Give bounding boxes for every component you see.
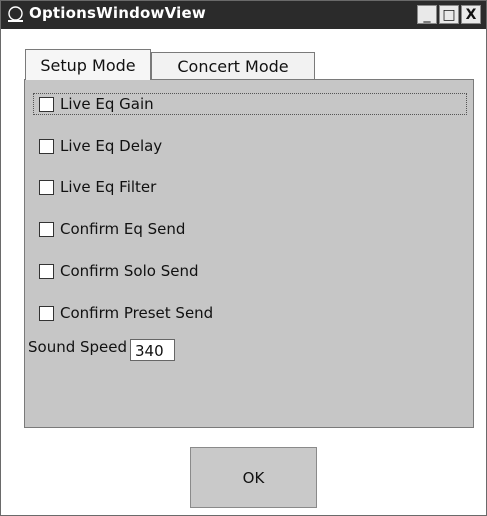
- option-confirm-preset-send[interactable]: Confirm Preset Send: [39, 303, 213, 323]
- option-label: Live Eq Gain: [60, 95, 154, 113]
- option-label: Live Eq Filter: [60, 178, 157, 196]
- sound-speed-label: Sound Speed: [28, 338, 128, 356]
- minimize-icon: _: [423, 6, 431, 23]
- checkbox-confirm-solo-send[interactable]: [39, 263, 54, 279]
- window-controls: _ □ X: [417, 5, 481, 25]
- option-label: Confirm Solo Send: [60, 262, 199, 280]
- options-window: OptionsWindowView _ □ X Setup Mode Conce…: [0, 0, 487, 516]
- ok-button[interactable]: OK: [190, 447, 317, 508]
- button-bar: OK: [1, 447, 486, 515]
- option-live-eq-gain[interactable]: Live Eq Gain: [39, 94, 154, 114]
- tab-control: Setup Mode Concert Mode Live Eq Gain Liv…: [1, 29, 486, 447]
- checkbox-confirm-preset-send[interactable]: [39, 305, 54, 321]
- option-live-eq-filter[interactable]: Live Eq Filter: [39, 177, 156, 197]
- checkbox-live-eq-filter[interactable]: [39, 179, 54, 195]
- tab-label: Setup Mode: [40, 55, 136, 75]
- option-label: Confirm Eq Send: [60, 220, 186, 238]
- maximize-icon: □: [442, 6, 456, 23]
- tab-label: Concert Mode: [177, 57, 289, 76]
- option-confirm-eq-send[interactable]: Confirm Eq Send: [39, 219, 185, 239]
- window-title: OptionsWindowView: [29, 4, 206, 22]
- checkbox-live-eq-delay[interactable]: [39, 138, 54, 154]
- option-live-eq-delay[interactable]: Live Eq Delay: [39, 136, 162, 156]
- close-icon: X: [465, 6, 477, 23]
- checkbox-confirm-eq-send[interactable]: [39, 221, 54, 237]
- setup-mode-panel: Live Eq Gain Live Eq Delay Live Eq Filte…: [24, 79, 474, 428]
- checkbox-live-eq-gain[interactable]: [39, 96, 54, 112]
- sound-speed-input[interactable]: [130, 339, 175, 361]
- option-label: Confirm Preset Send: [60, 304, 214, 322]
- option-label: Live Eq Delay: [60, 137, 163, 155]
- maximize-button[interactable]: □: [439, 5, 459, 24]
- tab-concert-mode[interactable]: Concert Mode: [151, 52, 315, 80]
- minimize-button[interactable]: _: [417, 5, 437, 24]
- ok-button-label: OK: [242, 468, 265, 487]
- title-bar[interactable]: OptionsWindowView _ □ X: [1, 1, 486, 29]
- close-button[interactable]: X: [461, 5, 481, 24]
- option-confirm-solo-send[interactable]: Confirm Solo Send: [39, 261, 198, 281]
- app-icon: [8, 6, 23, 22]
- tab-setup-mode[interactable]: Setup Mode: [25, 49, 151, 80]
